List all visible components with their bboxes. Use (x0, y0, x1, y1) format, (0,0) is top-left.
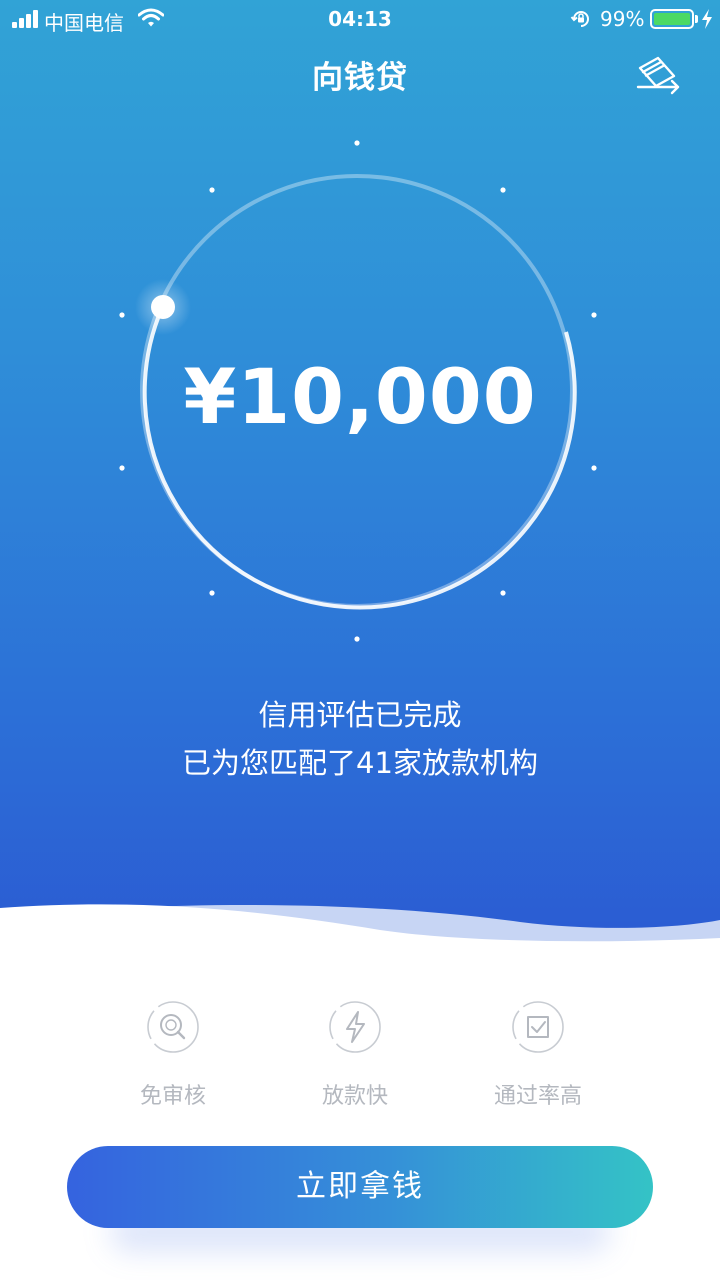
ring-dot (354, 140, 360, 146)
hero-section: 中国电信 04:13 99% 向钱贷 ¥10,000 信用评估已完成 已为您匹配… (0, 0, 720, 960)
ring-dot (591, 312, 597, 318)
ring-dot (209, 187, 215, 193)
feature-label: 通过率高 (493, 1084, 582, 1109)
credit-ring (119, 140, 597, 642)
ring-dot (591, 465, 597, 471)
get-money-button[interactable]: 立即拿钱 (67, 1146, 653, 1228)
feature-label: 放款快 (321, 1084, 388, 1109)
matched-institutions: 已为您匹配了41家放款机构 (182, 746, 538, 780)
feature-no-review: 免审核 (103, 1000, 243, 1110)
ring-dot (209, 590, 215, 596)
wave-divider (0, 904, 720, 960)
ring-dot (500, 590, 506, 596)
ring-dot (500, 187, 506, 193)
ring-dot (354, 636, 360, 642)
ring-dot (119, 465, 125, 471)
ring-knob (151, 295, 175, 319)
credit-amount: ¥10,000 (183, 352, 537, 441)
lightning-icon (329, 1001, 381, 1053)
search-icon (147, 1001, 199, 1053)
ring-dot (119, 312, 125, 318)
feature-label: 免审核 (139, 1084, 206, 1109)
evaluation-status: 信用评估已完成 (258, 698, 462, 732)
check-badge-icon (512, 1001, 564, 1053)
feature-high-approval: 通过率高 (468, 1000, 608, 1110)
feature-fast-loan: 放款快 (285, 1000, 425, 1110)
